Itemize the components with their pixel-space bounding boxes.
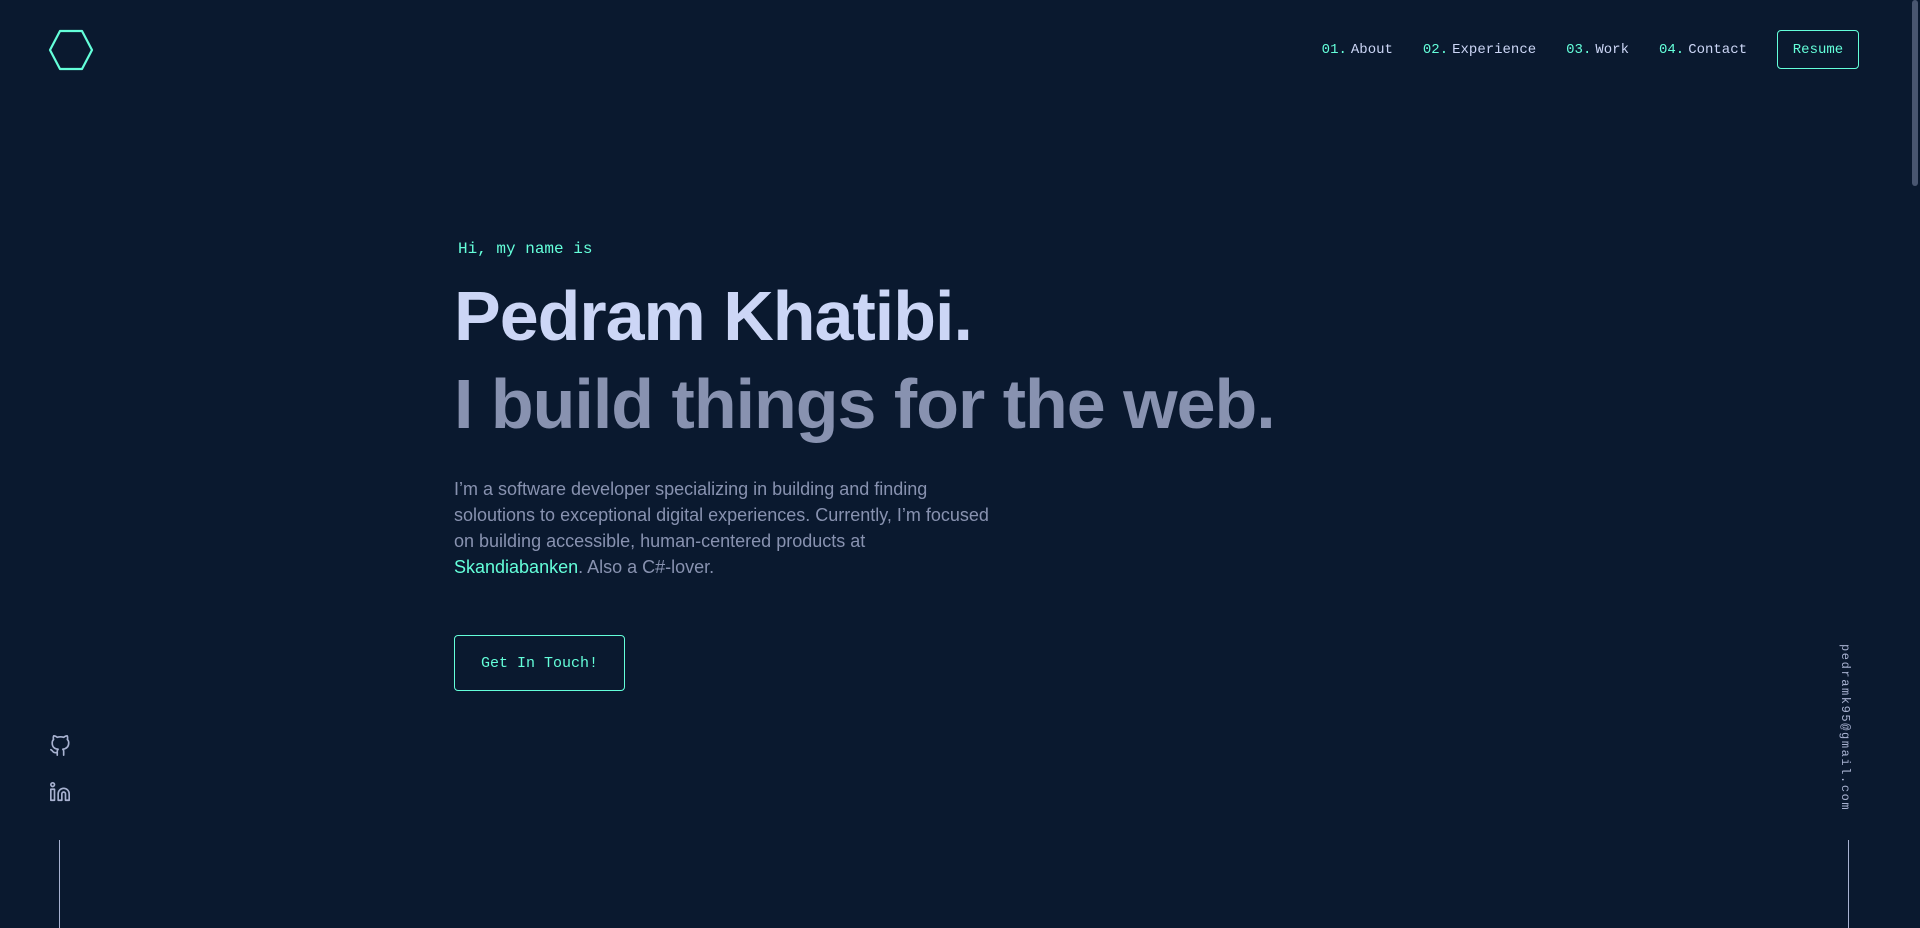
nav-number: 03.: [1566, 41, 1592, 58]
social-links: [48, 734, 72, 826]
resume-button[interactable]: Resume: [1777, 30, 1859, 69]
left-divider-line: [59, 840, 60, 928]
logo-link[interactable]: [48, 28, 94, 72]
page-scrollbar[interactable]: [1910, 0, 1920, 928]
hexagon-icon: [48, 29, 94, 71]
get-in-touch-button[interactable]: Get In Touch!: [454, 635, 625, 691]
employer-link[interactable]: Skandiabanken: [454, 557, 578, 577]
nav-link-about[interactable]: 01. About: [1322, 31, 1393, 69]
hero-section: Hi, my name is Pedram Khatibi. I build t…: [454, 233, 1354, 691]
scrollbar-thumb[interactable]: [1912, 0, 1918, 186]
nav-label: Experience: [1452, 41, 1537, 58]
linkedin-icon: [50, 782, 70, 802]
nav-label: Contact: [1688, 41, 1747, 58]
nav-link-experience[interactable]: 02. Experience: [1423, 31, 1536, 69]
linkedin-link[interactable]: [48, 780, 72, 804]
nav-link-contact[interactable]: 04. Contact: [1659, 31, 1747, 69]
nav-label: Work: [1595, 41, 1629, 58]
intro-text: I’m a software developer specializing in…: [454, 479, 989, 551]
nav-number: 02.: [1422, 41, 1449, 58]
intro-text-end: . Also a C#-lover.: [578, 557, 715, 577]
site-header: 01. About 02. Experience 03. Work 04. Contac…: [0, 0, 1920, 100]
right-divider-line: [1848, 840, 1849, 928]
hero-intro: I’m a software developer specializing in…: [454, 476, 994, 580]
nav-label: About: [1350, 41, 1393, 58]
hero-name: Pedram Khatibi.: [454, 277, 973, 355]
hero-tagline: I build things for the web.: [454, 365, 1276, 443]
email-link[interactable]: pedramk95@gmail.com: [1838, 644, 1852, 811]
nav-link-work[interactable]: 03. Work: [1566, 31, 1629, 69]
github-link[interactable]: [48, 734, 72, 758]
hero-greeting: Hi, my name is: [458, 240, 593, 258]
github-icon: [50, 735, 70, 756]
nav-number: 04.: [1658, 41, 1685, 58]
nav-number: 01.: [1321, 41, 1347, 58]
main-nav: 01. About 02. Experience 03. Work 04. Contac…: [1322, 30, 1859, 69]
